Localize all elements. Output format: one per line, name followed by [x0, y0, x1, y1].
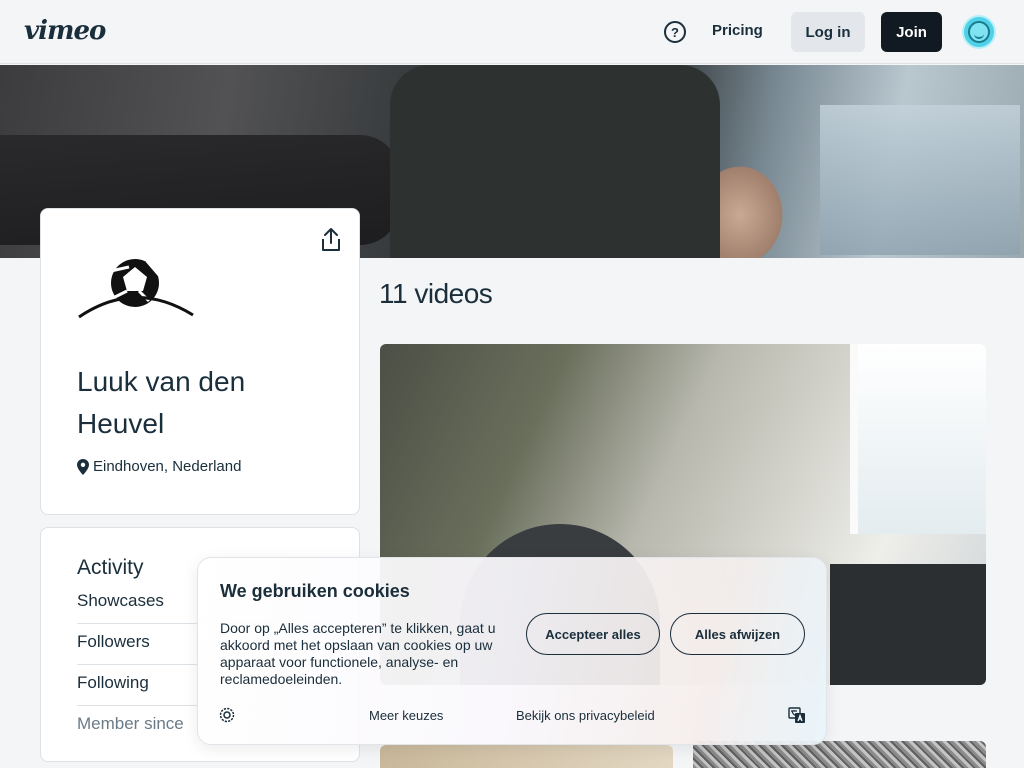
avatar-icon[interactable]	[962, 15, 996, 49]
more-choices-link[interactable]: Meer keuzes	[369, 708, 443, 723]
pricing-link[interactable]: Pricing	[712, 22, 763, 39]
cookie-description: Door op „Alles accepteren” te klikken, g…	[220, 620, 496, 687]
help-icon[interactable]: ?	[664, 21, 686, 43]
vimeo-logo[interactable]: vimeo	[24, 16, 106, 46]
settings-icon[interactable]	[219, 707, 235, 723]
accept-all-button[interactable]: Accepteer alles	[526, 613, 660, 655]
activity-title: Activity	[77, 556, 144, 579]
video-thumbnail[interactable]	[693, 741, 986, 768]
translate-icon[interactable]	[788, 707, 806, 724]
top-navigation: vimeo ? Pricing Log in Join	[0, 0, 1024, 64]
brand-logo	[78, 259, 194, 319]
reject-all-button[interactable]: Alles afwijzen	[670, 613, 805, 655]
share-icon[interactable]	[319, 227, 343, 253]
videos-heading: 11 videos	[379, 278, 493, 309]
privacy-policy-link[interactable]: Bekijk ons privacybeleid	[516, 708, 655, 723]
avatar-face	[968, 21, 990, 43]
cookie-title: We gebruiken cookies	[220, 581, 410, 601]
profile-card: Luuk van den Heuvel Eindhoven, Nederland	[40, 208, 360, 515]
location-text: Eindhoven, Nederland	[93, 458, 242, 475]
video-thumbnail[interactable]	[380, 745, 673, 768]
join-button[interactable]: Join	[881, 12, 942, 52]
location-pin-icon	[77, 458, 89, 475]
cookie-consent-dialog: We gebruiken cookies Door op „Alles acce…	[197, 557, 827, 745]
login-button[interactable]: Log in	[791, 12, 865, 52]
profile-location: Eindhoven, Nederland	[77, 458, 241, 475]
profile-name: Luuk van den Heuvel	[77, 366, 246, 439]
